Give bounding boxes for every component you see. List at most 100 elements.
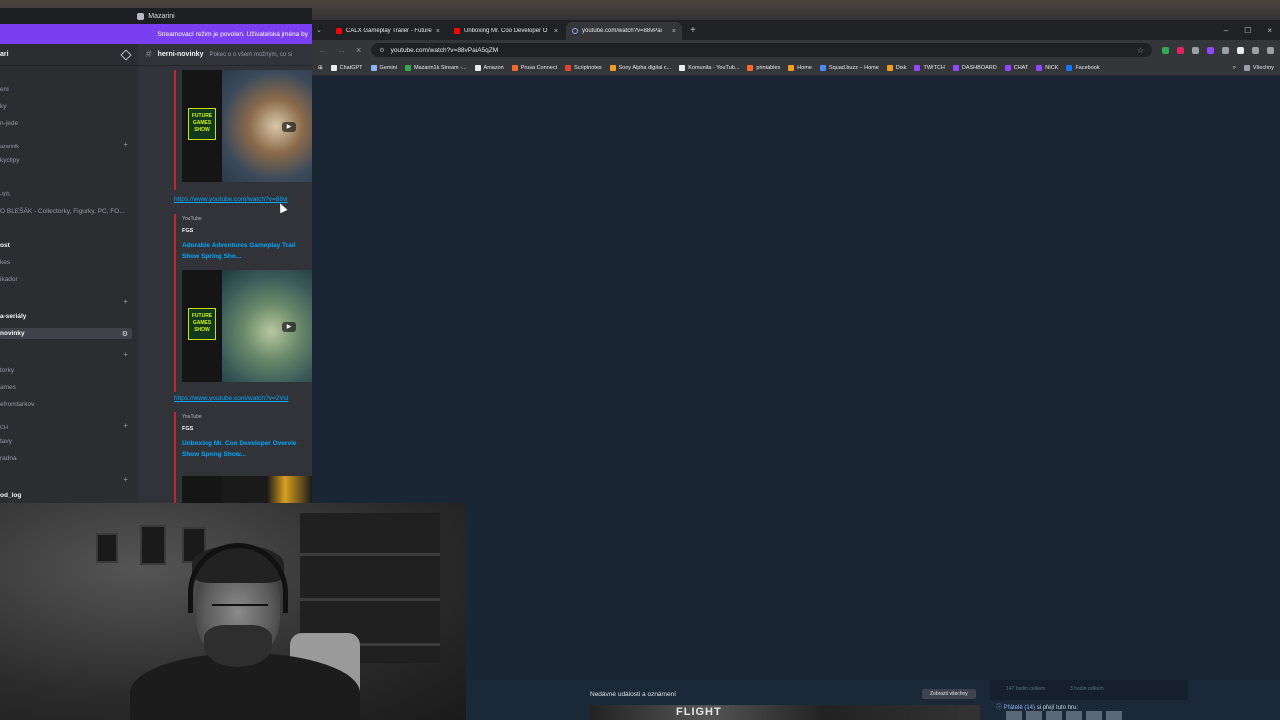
- avatar[interactable]: [1046, 711, 1062, 720]
- server-header[interactable]: ari: [0, 44, 138, 66]
- video-thumbnail[interactable]: FUTURE GAMES SHOW ▶: [182, 270, 312, 382]
- close-tab-icon[interactable]: ×: [672, 28, 676, 35]
- browser-tab[interactable]: CALX Gameplay Trailer - Future ×: [330, 22, 446, 40]
- bookmark-gemini[interactable]: Gemini: [370, 64, 397, 71]
- extension-icon[interactable]: [1177, 46, 1184, 54]
- extension-icon[interactable]: [1162, 46, 1169, 54]
- menu-icon[interactable]: [1267, 46, 1274, 54]
- extension-icon[interactable]: [1222, 46, 1229, 54]
- channel-item[interactable]: efromtarkov: [0, 401, 34, 408]
- all-bookmarks-folder[interactable]: Všechny: [1243, 64, 1274, 71]
- friends-wishlist[interactable]: ⓘ Přátelé (14) si přejí tuto hru:: [996, 702, 1078, 711]
- bookmark-dashboard[interactable]: DASHBOARD: [952, 64, 997, 71]
- add-channel-icon[interactable]: +: [123, 140, 128, 149]
- message-link[interactable]: https://www.youtube.com/watch?v=88vl: [174, 196, 288, 203]
- channel-item[interactable]: ikador: [0, 276, 18, 283]
- back-icon[interactable]: ←: [318, 45, 327, 55]
- add-channel-icon[interactable]: +: [123, 421, 128, 430]
- channel-item[interactable]: ames: [0, 384, 16, 391]
- playtime-right: 3 hodin celkem: [1070, 686, 1104, 692]
- bookmark-chat[interactable]: CHAT: [1004, 64, 1028, 71]
- bookmark-facebook[interactable]: Facebook: [1066, 64, 1100, 71]
- apps-icon[interactable]: ⊞: [318, 65, 323, 71]
- channel-item[interactable]: n-jede: [0, 120, 18, 127]
- channel-item-active[interactable]: novinky: [0, 328, 132, 339]
- bookmark-disk[interactable]: Disk: [886, 64, 906, 71]
- minimize-icon[interactable]: –: [1224, 26, 1228, 35]
- add-channel-icon[interactable]: +: [123, 297, 128, 306]
- forward-icon[interactable]: →: [337, 45, 346, 55]
- play-icon[interactable]: ▶: [282, 122, 296, 132]
- close-tab-icon[interactable]: ×: [554, 28, 558, 35]
- address-bar[interactable]: ⚙ youtube.com/watch?v=88vPaiA5qZM ☆: [371, 43, 1152, 57]
- embed-author[interactable]: FGS: [176, 420, 312, 432]
- extension-icon[interactable]: [1237, 46, 1244, 54]
- bookmark-sony[interactable]: Sony Alpha digital c...: [609, 64, 671, 71]
- video-thumbnail[interactable]: FUTURE GAMES SHOW ▶: [182, 70, 312, 182]
- category-header[interactable]: CH: [0, 425, 8, 431]
- play-icon[interactable]: ▶: [282, 322, 296, 332]
- channel-item[interactable]: kyclipy: [0, 157, 20, 164]
- avatar[interactable]: [1106, 711, 1122, 720]
- bookmark-star-icon[interactable]: ☆: [1137, 46, 1144, 55]
- event-banner[interactable]: [590, 705, 980, 720]
- bookmark-home[interactable]: Home: [788, 64, 812, 71]
- maximize-icon[interactable]: ☐: [1244, 26, 1251, 35]
- channel-item[interactable]: tavy: [0, 438, 12, 445]
- message-link[interactable]: https://www.youtube.com/watch?v=2Vsl: [174, 395, 288, 402]
- avatar[interactable]: [1066, 711, 1082, 720]
- video-thumbnail[interactable]: [182, 476, 312, 504]
- bookmark-komunita[interactable]: Komunita - YouTub...: [679, 64, 739, 71]
- profile-icon[interactable]: [1252, 46, 1259, 54]
- embed-author[interactable]: FGS: [176, 222, 312, 234]
- channel-item[interactable]: eni: [0, 86, 9, 93]
- browser-tab[interactable]: Unboxing Mr. Coo Developer O ×: [448, 22, 564, 40]
- channel-item[interactable]: kes: [0, 259, 10, 266]
- extension-icon[interactable]: [1207, 46, 1214, 54]
- show-all-button[interactable]: Zobrazit všechny: [922, 689, 976, 699]
- stop-loading-icon[interactable]: ×: [356, 45, 361, 55]
- bookmark-chatgpt[interactable]: ChatGPT: [330, 64, 363, 71]
- bookmark-scriptnotes[interactable]: Scriptnotes: [565, 64, 602, 71]
- discord-window-title: Mazarini: [148, 12, 175, 20]
- channel-item[interactable]: torky: [0, 367, 14, 374]
- embed-title[interactable]: Adorable Adventures Gameplay Trail: [176, 234, 312, 251]
- tab-search-icon[interactable]: ⌄: [316, 26, 328, 34]
- channel-item[interactable]: O BLEŠÁK - Collectorky, Figurky, PC, FO.…: [0, 208, 125, 215]
- add-channel-icon[interactable]: +: [123, 475, 128, 484]
- avatar[interactable]: [1006, 711, 1022, 720]
- bookmark-printables[interactable]: printables: [747, 64, 780, 71]
- extension-icon[interactable]: [1192, 46, 1199, 54]
- site-info-icon[interactable]: ⚙: [379, 47, 384, 54]
- channel-item[interactable]: -trh: [0, 191, 10, 198]
- bookmark-nick[interactable]: NICK: [1036, 64, 1058, 71]
- category-header[interactable]: azarinlk: [0, 144, 19, 150]
- bookmark-twitch[interactable]: TWITCH: [914, 64, 945, 71]
- bookmark-squad[interactable]: Squad.buzz – Home: [819, 64, 879, 71]
- channel-item[interactable]: ky: [0, 103, 7, 110]
- bookmark-amazon[interactable]: Amazon: [474, 64, 504, 71]
- channel-item[interactable]: ost: [0, 242, 10, 249]
- channel-item[interactable]: a-seriály: [0, 313, 26, 320]
- browser-tab-active[interactable]: youtube.com/watch?v=88vPai ×: [566, 22, 682, 40]
- close-window-icon[interactable]: ×: [1267, 26, 1272, 35]
- youtube-favicon-icon: [454, 28, 460, 34]
- bookmark-mazarin[interactable]: Mazarin1k Stream -...: [404, 64, 467, 71]
- channel-settings-icon[interactable]: ⚙: [122, 330, 128, 338]
- url-text[interactable]: youtube.com/watch?v=88vPaiA5qZM: [391, 47, 499, 54]
- edit-icon[interactable]: [120, 48, 132, 61]
- embed-title-line2[interactable]: Show Spring Sho...: [176, 251, 312, 262]
- channel-item[interactable]: od_log: [0, 492, 21, 499]
- add-channel-icon[interactable]: +: [123, 350, 128, 359]
- embed-title-line2[interactable]: Show Spring Show...: [176, 449, 312, 460]
- embed-title[interactable]: Unboxing Mr. Coo Developer Overvie: [176, 432, 312, 449]
- close-tab-icon[interactable]: ×: [436, 28, 440, 35]
- channel-item[interactable]: radna: [0, 455, 17, 462]
- avatar[interactable]: [1026, 711, 1042, 720]
- avatar[interactable]: [1086, 711, 1102, 720]
- bookmark-prusa[interactable]: Prusa Connect: [511, 64, 557, 71]
- new-tab-icon[interactable]: +: [684, 25, 696, 36]
- hash-icon: #: [146, 49, 152, 60]
- channel-header: # herni-novinky Pokec o o všem možným, c…: [138, 44, 312, 66]
- more-bookmarks-icon[interactable]: »: [1233, 65, 1236, 71]
